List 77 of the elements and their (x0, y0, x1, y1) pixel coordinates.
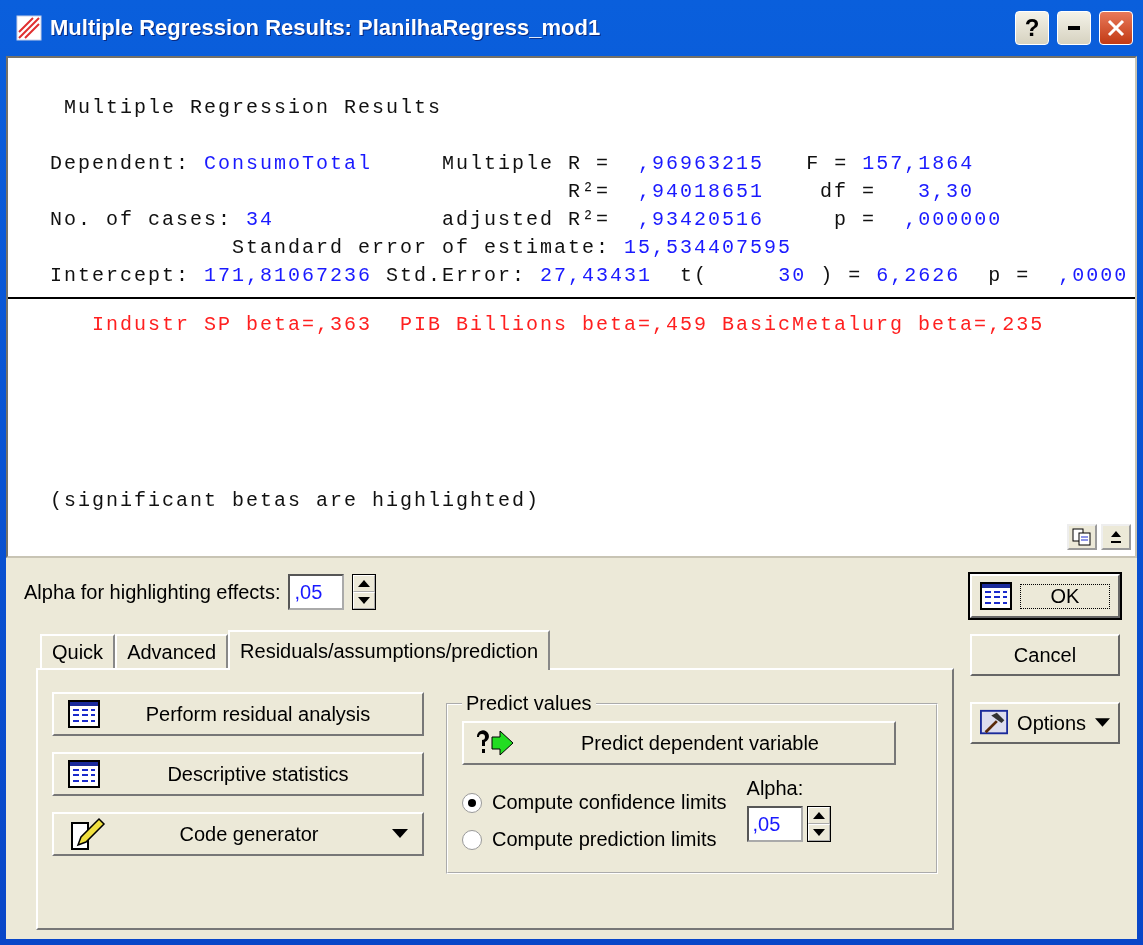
spin-down-button[interactable] (353, 592, 376, 609)
result-value: 30 (778, 263, 807, 287)
down-arrow-icon (358, 597, 371, 604)
result-value: ,000000 (904, 207, 1003, 231)
minimize-icon (1068, 26, 1080, 30)
alpha-label: Alpha: (746, 777, 805, 800)
table-icon (68, 700, 100, 728)
close-button[interactable] (1099, 11, 1133, 45)
copy-icon (1072, 528, 1092, 546)
tab[interactable]: Advanced (115, 634, 229, 668)
down-arrow-icon (812, 829, 825, 836)
result-label: F = (806, 151, 849, 175)
result-value: 34 (246, 207, 275, 231)
tab[interactable]: Quick (40, 634, 116, 668)
table-icon (68, 760, 100, 788)
tab[interactable]: Residuals/assumptions/prediction (228, 630, 551, 670)
results-heading: Multiple Regression Results (64, 96, 443, 119)
dialog-button[interactable]: Cancel (970, 634, 1120, 676)
result-value: 15,534407595 (624, 235, 793, 259)
radio-icon[interactable] (462, 829, 482, 850)
result-value: 6,2626 (876, 263, 961, 287)
alpha-field[interactable]: ,05 (288, 574, 345, 610)
alpha-label: Alpha for highlighting effects: (24, 580, 281, 604)
close-icon (1107, 19, 1125, 37)
chart-icon (16, 15, 42, 41)
help-button[interactable]: ? (1015, 11, 1049, 45)
result-value: ,96963215 (638, 151, 765, 175)
dialog-button[interactable]: OK (970, 574, 1120, 618)
result-value: ConsumoTotal (204, 151, 373, 175)
radio-label: Compute prediction limits (492, 828, 717, 851)
result-label: df = (820, 179, 877, 203)
minimize-button[interactable] (1057, 11, 1091, 45)
radio-option[interactable]: Compute prediction limits (462, 828, 727, 851)
dialog-button[interactable]: Options (970, 702, 1120, 744)
result-value: 27,43431 (540, 263, 653, 287)
alpha-field[interactable]: ,05 (746, 806, 803, 842)
action-button[interactable]: Code generator (52, 812, 424, 856)
hammer-icon (980, 709, 1009, 737)
scroll-top-button[interactable] (1101, 524, 1131, 550)
result-label: t( (680, 263, 709, 287)
radio-icon[interactable] (462, 792, 482, 813)
results-note: (significant betas are highlighted) (50, 489, 541, 512)
copy-button[interactable] (1067, 524, 1097, 550)
result-label: p = (834, 207, 877, 231)
result-label: Dependent: (50, 151, 191, 175)
result-value: 157,1864 (862, 151, 975, 175)
result-value: 171,81067236 (204, 263, 373, 287)
caret-icon (392, 829, 408, 839)
result-label: Std.Error: (386, 263, 527, 287)
result-value: ,0000 (1058, 263, 1129, 287)
action-button[interactable]: Descriptive statistics (52, 752, 424, 796)
predict-button[interactable]: Predict dependent variable (462, 721, 896, 765)
result-label: R²= (568, 179, 610, 203)
result-label: No. of cases: (50, 207, 233, 231)
beta-summary: Industr SP beta=,363 PIB Billions beta=,459 BasicMetalurg beta=,235 (92, 313, 1045, 336)
up-arrow-icon (812, 812, 825, 819)
result-value: ,94018651 (638, 179, 765, 203)
group-title: Predict values (465, 692, 593, 715)
caret-icon (1095, 718, 1110, 728)
result-value: 3,30 (918, 179, 975, 203)
spin-up-button[interactable] (353, 575, 376, 592)
result-label: adjusted R²= (442, 207, 611, 231)
note-pencil-icon (68, 817, 106, 851)
up-arrow-icon (358, 580, 371, 587)
result-value: ,93420516 (638, 207, 765, 231)
spin-up-button[interactable] (807, 807, 830, 824)
result-label: Multiple R = (442, 151, 611, 175)
spin-down-button[interactable] (807, 824, 830, 841)
action-button[interactable]: Perform residual analysis (52, 692, 424, 736)
window-title: Multiple Regression Results: PlanilhaRegress_mod1 (50, 15, 602, 41)
result-label: Standard error of estimate: (232, 235, 611, 259)
result-label: p = (988, 263, 1031, 287)
up-arrow-icon (1111, 531, 1121, 543)
result-label: Intercept: (50, 263, 191, 287)
result-label: ) = (820, 263, 863, 287)
question-arrow-icon (474, 729, 516, 757)
table-icon (980, 582, 1012, 610)
